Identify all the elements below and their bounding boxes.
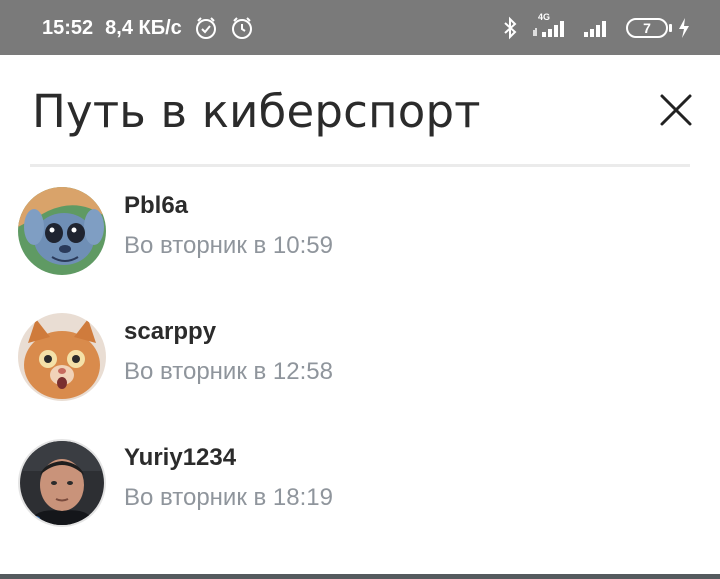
status-right: 4G 7 — [502, 12, 690, 42]
header-divider — [30, 164, 690, 167]
viewer-time: Во вторник в 12:58 — [124, 358, 333, 385]
bluetooth-icon — [502, 16, 518, 40]
stitch-cartoon-avatar — [18, 187, 106, 275]
charging-icon — [678, 17, 690, 39]
page-title: Путь в киберспорт — [32, 85, 481, 138]
viewer-name: scarppy — [124, 318, 217, 345]
signal-icon — [582, 16, 612, 40]
viewer-row[interactable]: Yuriy1234 Во вторник в 18:19 — [0, 427, 720, 547]
status-bar: 15:52 8,4 КБ/с 4G 7 — [0, 0, 720, 55]
battery-level: 7 — [643, 20, 651, 36]
battery-icon: 7 — [626, 18, 672, 38]
viewer-row[interactable]: scarppy Во вторник в 12:58 — [0, 301, 720, 421]
net-speed: 8,4 КБ/с — [105, 16, 182, 39]
signal-4g-icon: 4G — [532, 12, 568, 40]
viewer-name: Pbl6a — [124, 192, 189, 219]
alarm-icon — [230, 16, 254, 40]
viewer-name: Yuriy1234 — [124, 444, 237, 471]
ginger-cat-avatar — [18, 313, 106, 401]
network-type-label: 4G — [538, 12, 551, 22]
do-not-disturb-icon — [194, 16, 218, 40]
bottom-edge — [0, 574, 720, 579]
man-portrait-avatar — [18, 439, 106, 527]
close-icon — [659, 93, 693, 127]
close-button[interactable] — [652, 86, 700, 134]
viewer-row[interactable]: Pbl6a Во вторник в 10:59 — [0, 175, 720, 295]
clock: 15:52 — [42, 16, 94, 39]
status-left: 15:52 8,4 КБ/с — [42, 15, 254, 41]
viewer-time: Во вторник в 18:19 — [124, 484, 333, 511]
viewer-time: Во вторник в 10:59 — [124, 232, 333, 259]
